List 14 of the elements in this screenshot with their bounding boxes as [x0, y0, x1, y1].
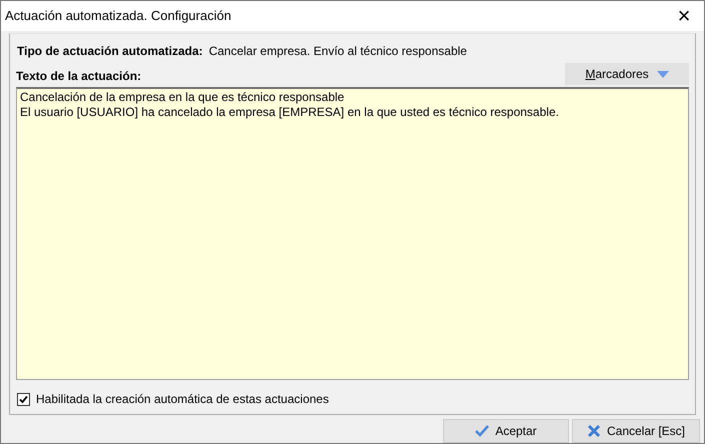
- markers-button[interactable]: Marcadores: [565, 63, 689, 85]
- text-label: Texto de la actuación:: [16, 68, 142, 85]
- cross-icon: [586, 424, 601, 438]
- cancel-button[interactable]: Cancelar [Esc]: [572, 419, 700, 443]
- text-field[interactable]: Cancelación de la empresa en la que es técnico responsable El usuario [USUARIO] ha cancelado la empresa [EMPRESA] en la que usted es técnico responsable.: [16, 87, 689, 380]
- dropdown-arrow-icon: [656, 70, 669, 78]
- window-title: Actuación automatizada. Configuración: [5, 7, 232, 26]
- accept-button[interactable]: Aceptar: [443, 419, 569, 443]
- checkbox[interactable]: [17, 392, 30, 406]
- checkbox-label[interactable]: Habilitada la creación automática de estas actuaciones: [36, 390, 329, 408]
- type-label: Tipo de actuación automatizada:: [17, 43, 203, 60]
- type-value: Cancelar empresa. Envío al técnico responsable: [208, 43, 467, 60]
- close-button[interactable]: ×: [664, 1, 704, 31]
- check-icon: [475, 424, 490, 438]
